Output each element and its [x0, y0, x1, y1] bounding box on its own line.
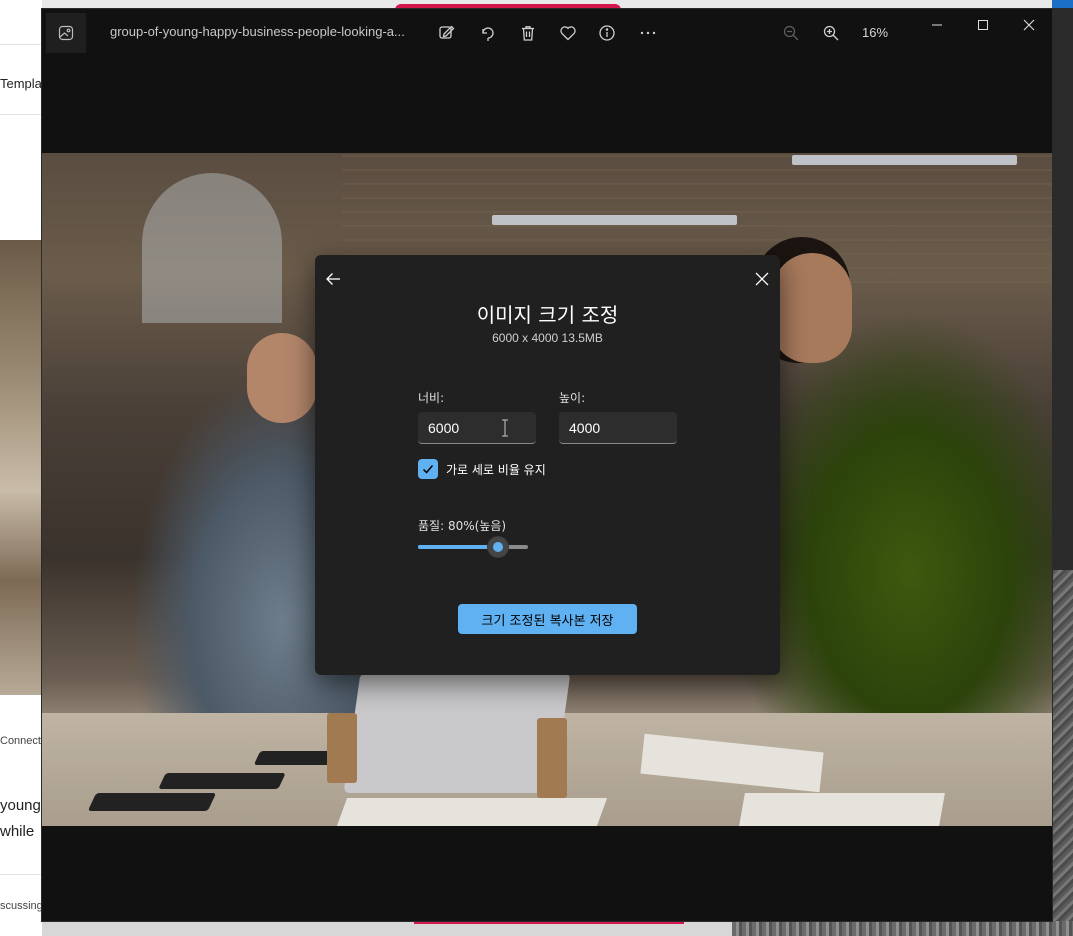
- dialog-title: 이미지 크기 조정: [476, 303, 619, 327]
- close-icon[interactable]: [1006, 9, 1052, 41]
- zoom-level: 16%: [862, 25, 889, 40]
- background-photo: [0, 240, 42, 695]
- height-field[interactable]: [559, 412, 677, 444]
- photo-tablet: [87, 793, 217, 811]
- width-input[interactable]: [418, 412, 536, 443]
- zoom-in-icon[interactable]: [819, 21, 843, 45]
- heart-icon[interactable]: [556, 21, 580, 45]
- edit-image-icon[interactable]: [435, 21, 459, 45]
- background-text-discussing: scussing: [0, 900, 42, 912]
- background-text-connect: Connect: [0, 735, 41, 747]
- photo-coffee-cup: [537, 718, 567, 798]
- quality-slider[interactable]: [418, 537, 528, 557]
- height-label: 높이:: [559, 391, 586, 405]
- photo-tablet: [158, 773, 286, 789]
- photo-woman: [772, 253, 852, 363]
- background-text-templates: Templa: [0, 76, 42, 91]
- close-dialog-icon[interactable]: [746, 263, 778, 295]
- resize-image-dialog: 이미지 크기 조정 6000 x 4000 13.5MB 너비: 높이: 가로 …: [315, 255, 780, 675]
- checkmark-icon: [422, 465, 434, 474]
- photo-arched-window: [142, 173, 282, 323]
- keep-aspect-ratio-label: 가로 세로 비율 유지: [446, 462, 546, 477]
- quality-label: 품질: 80%(높음): [418, 519, 507, 533]
- divider: [0, 874, 42, 875]
- photo-papers: [739, 793, 945, 826]
- width-label: 너비:: [418, 391, 445, 405]
- photo-ceiling-lamp: [492, 215, 737, 225]
- maximize-icon[interactable]: [960, 9, 1006, 41]
- keep-aspect-ratio-option[interactable]: 가로 세로 비율 유지: [418, 458, 546, 480]
- background-blue-tab: [1052, 0, 1073, 8]
- minimize-icon[interactable]: [914, 9, 960, 41]
- back-arrow-icon[interactable]: [317, 263, 349, 295]
- background-text-while: while: [0, 823, 35, 840]
- keep-aspect-ratio-checkbox[interactable]: [418, 459, 438, 479]
- divider: [0, 44, 42, 45]
- text-cursor-icon: [502, 419, 508, 437]
- trash-icon[interactable]: [516, 21, 540, 45]
- photo-man: [247, 333, 317, 423]
- save-resized-copy-button[interactable]: 크기 조정된 복사본 저장: [458, 604, 637, 634]
- background-dark-panel: [1052, 0, 1073, 570]
- slider-thumb[interactable]: [488, 537, 509, 557]
- image-dimensions-info: 6000 x 4000 13.5MB: [492, 331, 603, 345]
- divider: [0, 114, 42, 115]
- rotate-icon[interactable]: [476, 21, 500, 45]
- width-field[interactable]: [418, 412, 536, 444]
- title-bar: group-of-young-happy-business-people-loo…: [42, 9, 1052, 57]
- file-name: group-of-young-happy-business-people-loo…: [110, 24, 405, 39]
- image-icon: [46, 13, 86, 53]
- background-webpage-strip: Templa Connect young while scussing: [0, 0, 42, 936]
- background-right-edge: [1052, 0, 1073, 936]
- background-text-young: young: [0, 797, 41, 814]
- slider-fill: [418, 545, 499, 549]
- zoom-out-icon[interactable]: [779, 21, 803, 45]
- photo-papers: [336, 798, 608, 826]
- photo-coffee-cup: [327, 713, 357, 783]
- height-input[interactable]: [559, 412, 677, 443]
- more-icon[interactable]: [636, 21, 660, 45]
- info-icon[interactable]: [595, 21, 619, 45]
- background-texture: [732, 921, 1073, 936]
- photo-viewer-window: group-of-young-happy-business-people-loo…: [42, 9, 1052, 921]
- photo-ceiling-lamp: [792, 155, 1017, 165]
